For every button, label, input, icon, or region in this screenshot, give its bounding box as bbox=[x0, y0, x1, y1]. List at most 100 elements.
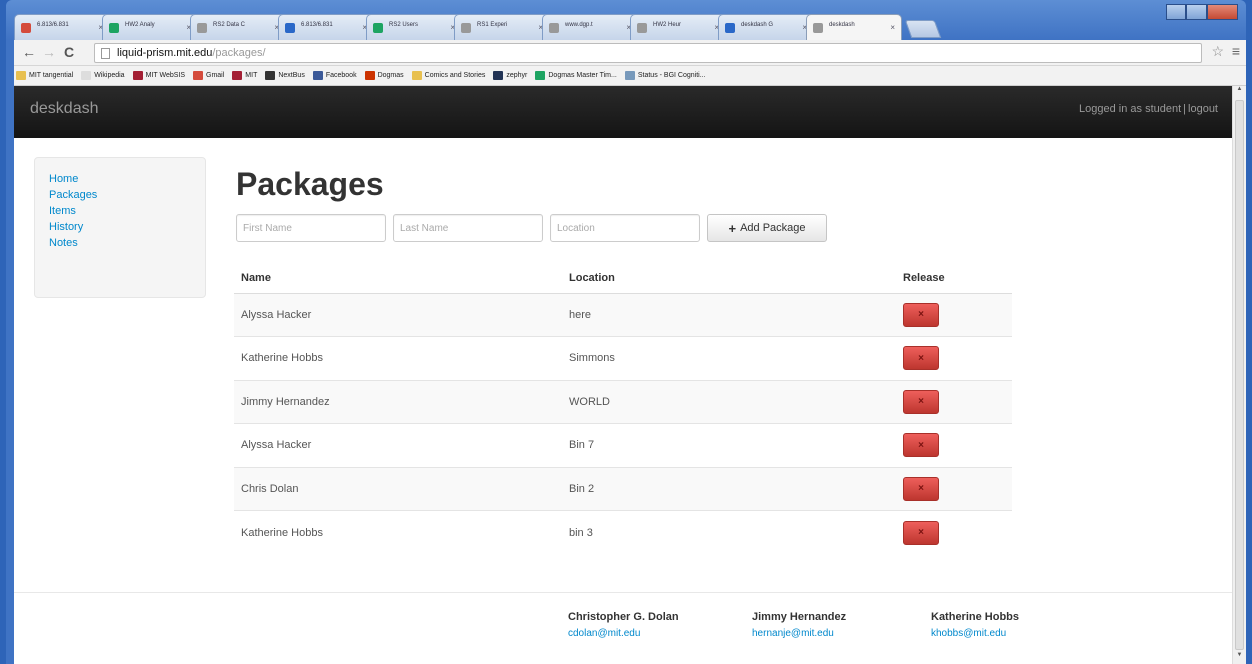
browser-tab[interactable]: deskdash G × bbox=[718, 14, 814, 40]
sidebar-item-notes[interactable]: Notes bbox=[49, 235, 205, 251]
scroll-down-arrow-icon[interactable]: ▼ bbox=[1233, 652, 1246, 664]
cell-location: Simmons bbox=[562, 336, 896, 380]
mit-icon bbox=[232, 71, 243, 80]
last-name-input[interactable] bbox=[393, 214, 543, 242]
tab-favicon-icon bbox=[725, 23, 735, 33]
browser-tab[interactable]: www.dgp.t × bbox=[542, 14, 638, 40]
x-icon: × bbox=[918, 439, 924, 451]
cell-location: here bbox=[562, 292, 896, 337]
tab-favicon-icon bbox=[197, 23, 207, 33]
first-name-input[interactable] bbox=[236, 214, 386, 242]
bookmark-star-icon[interactable]: ☆ bbox=[1211, 43, 1224, 60]
browser-tab[interactable]: RS2 Users × bbox=[366, 14, 462, 40]
bookmark-item[interactable]: Dogmas Master Tim... bbox=[535, 71, 617, 80]
bookmark-label: MIT WebSIS bbox=[145, 72, 186, 79]
tab-label: 6.813/6.831 bbox=[37, 22, 69, 28]
browser-tab-active[interactable]: deskdash × bbox=[806, 14, 902, 40]
bookmark-item[interactable]: Wikipedia bbox=[81, 71, 125, 80]
tab-label: deskdash bbox=[829, 22, 855, 28]
tab-favicon-icon bbox=[373, 23, 383, 33]
close-window-button[interactable] bbox=[1206, 4, 1238, 20]
sidebar-item-home[interactable]: Home bbox=[49, 171, 205, 187]
sidebar-item-packages[interactable]: Packages bbox=[49, 187, 205, 203]
packages-table: Name Location Release Alyssa Hacker here… bbox=[234, 263, 1012, 554]
cell-release: × bbox=[896, 423, 1012, 467]
login-text: Logged in as student bbox=[1079, 103, 1182, 115]
url-path: /packages/ bbox=[212, 47, 266, 59]
bookmark-label: Dogmas Master Tim... bbox=[548, 72, 617, 79]
bookmark-item[interactable]: Gmail bbox=[193, 71, 224, 80]
browser-tab[interactable]: HW2 Heur × bbox=[630, 14, 726, 40]
bookmarks-bar: MIT tangential Wikipedia MIT WebSIS Gmai… bbox=[14, 66, 1246, 86]
author-email[interactable]: cdolan@mit.edu bbox=[568, 628, 679, 639]
back-arrow-icon[interactable]: ← bbox=[22, 44, 36, 60]
cell-release: × bbox=[896, 292, 1012, 337]
bookmark-item[interactable]: Dogmas bbox=[364, 71, 404, 80]
brand-link[interactable]: deskdash bbox=[30, 100, 99, 118]
release-button[interactable]: × bbox=[903, 389, 939, 414]
bookmark-item[interactable]: Status - BGI Cogniti... bbox=[624, 71, 706, 80]
bookmark-item[interactable]: MIT tangential bbox=[16, 71, 73, 80]
menu-icon[interactable]: ≡ bbox=[1232, 43, 1240, 59]
cell-name: Chris Dolan bbox=[234, 466, 562, 511]
zephyr-icon bbox=[493, 71, 504, 80]
author-card: Katherine Hobbs khobbs@mit.edu bbox=[931, 611, 1019, 639]
new-tab-button[interactable] bbox=[904, 20, 942, 38]
release-button[interactable]: × bbox=[903, 433, 939, 458]
folder-icon bbox=[411, 71, 422, 80]
bookmark-item[interactable]: NextBus bbox=[265, 71, 305, 80]
x-icon: × bbox=[918, 309, 924, 321]
cell-name: Jimmy Hernandez bbox=[234, 379, 562, 424]
cell-release: × bbox=[896, 379, 1012, 424]
add-package-form: +Add Package bbox=[236, 214, 827, 242]
vertical-scrollbar[interactable]: ▲ ▼ bbox=[1232, 86, 1246, 664]
scroll-up-arrow-icon[interactable]: ▲ bbox=[1233, 86, 1246, 98]
bookmark-item[interactable]: MIT bbox=[232, 71, 257, 80]
release-button[interactable]: × bbox=[903, 520, 939, 545]
author-name: Katherine Hobbs bbox=[931, 611, 1020, 623]
tab-label: HW2 Heur bbox=[653, 22, 682, 28]
browser-tab[interactable]: RS1 Experi × bbox=[454, 14, 550, 40]
browser-tab[interactable]: 6.813/6.831 × bbox=[14, 14, 110, 40]
forward-arrow-icon[interactable]: → bbox=[42, 44, 56, 60]
bus-icon bbox=[265, 71, 276, 80]
add-package-button[interactable]: + Add Package bbox=[707, 214, 827, 242]
table-header-row: Name Location Release bbox=[234, 263, 1012, 294]
cell-release: × bbox=[896, 466, 1012, 511]
bookmark-label: Status - BGI Cogniti... bbox=[637, 72, 706, 79]
author-email[interactable]: hernanje@mit.edu bbox=[752, 628, 846, 639]
table-row: Alyssa Hacker here × bbox=[234, 292, 1012, 337]
browser-tab[interactable]: RS2 Data C × bbox=[190, 14, 286, 40]
bookmark-item[interactable]: zephyr bbox=[493, 71, 527, 80]
author-email[interactable]: khobbs@mit.edu bbox=[931, 628, 1019, 639]
browser-tab[interactable]: HW2 Analy × bbox=[102, 14, 198, 40]
browser-tab[interactable]: 6.813/6.831 × bbox=[278, 14, 374, 40]
sheets-icon bbox=[535, 71, 546, 80]
maximize-button[interactable] bbox=[1186, 4, 1207, 20]
sidebar-item-history[interactable]: History bbox=[49, 219, 205, 235]
address-bar[interactable]: liquid-prism.mit.edu/packages/ bbox=[94, 43, 1202, 63]
header-name: Name bbox=[234, 263, 562, 294]
reload-icon[interactable]: C bbox=[64, 44, 74, 60]
scroll-thumb[interactable] bbox=[1235, 100, 1244, 650]
minimize-button[interactable] bbox=[1166, 4, 1187, 20]
bookmark-item[interactable]: Facebook bbox=[312, 71, 357, 80]
logout-link[interactable]: logout bbox=[1188, 103, 1218, 115]
cell-name: Alyssa Hacker bbox=[234, 423, 562, 467]
bookmark-label: NextBus bbox=[278, 72, 305, 79]
location-input[interactable] bbox=[550, 214, 700, 242]
header-release: Release bbox=[896, 263, 1012, 294]
bookmark-item[interactable]: MIT WebSIS bbox=[132, 71, 186, 80]
sidebar-item-items[interactable]: Items bbox=[49, 203, 205, 219]
release-button[interactable]: × bbox=[903, 476, 939, 501]
bookmark-label: MIT tangential bbox=[29, 72, 74, 79]
release-button[interactable]: × bbox=[903, 302, 939, 327]
tab-strip: 6.813/6.831 × HW2 Analy × RS2 Data C × 6.81… bbox=[14, 14, 1142, 40]
bookmark-item[interactable]: Comics and Stories bbox=[411, 71, 485, 80]
tab-close-icon[interactable]: × bbox=[890, 23, 895, 32]
app-navbar: deskdash Logged in as student | logout bbox=[14, 86, 1232, 138]
release-button[interactable]: × bbox=[903, 346, 939, 371]
bookmark-label: Wikipedia bbox=[94, 72, 125, 79]
tab-label: RS1 Experi bbox=[477, 22, 508, 28]
tab-favicon-icon bbox=[549, 23, 559, 33]
